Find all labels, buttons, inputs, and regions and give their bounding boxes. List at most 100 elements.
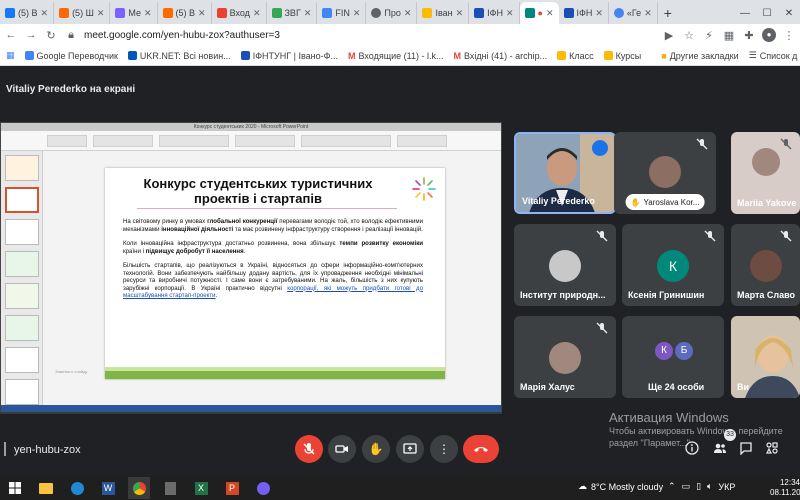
participant-tile[interactable]: Mariia Yakove bbox=[731, 132, 800, 214]
people-button[interactable] bbox=[712, 440, 728, 456]
browser-tab[interactable]: ЗВГ ✕ bbox=[267, 2, 318, 24]
close-tab-icon[interactable]: ✕ bbox=[41, 8, 49, 19]
more-participants-tile[interactable]: К Б Ще 24 особи bbox=[622, 316, 724, 398]
taskbar-word[interactable]: W bbox=[97, 477, 119, 499]
maximize-button[interactable]: ☐ bbox=[756, 2, 778, 24]
activities-button[interactable] bbox=[764, 440, 780, 456]
participant-tile[interactable]: Марія Халус bbox=[514, 316, 616, 398]
bookmark-gmail-2[interactable]: M Вхідні (41) - archip... bbox=[453, 51, 547, 61]
start-button[interactable] bbox=[4, 477, 26, 499]
battery-icon[interactable]: ▯ bbox=[696, 481, 701, 492]
close-window-button[interactable]: ✕ bbox=[778, 2, 800, 24]
more-options-button[interactable]: ⋮ bbox=[430, 435, 458, 463]
browser-tab[interactable]: «Ге ✕ bbox=[609, 2, 658, 24]
menu-icon[interactable]: ⋮ bbox=[782, 29, 796, 42]
taskbar-powerpoint[interactable]: P bbox=[221, 477, 243, 499]
profile-avatar[interactable]: ● bbox=[762, 28, 776, 42]
browser-tab[interactable]: Про ✕ bbox=[366, 2, 418, 24]
bookmark-gmail[interactable]: M Входящие (11) - l.k... bbox=[348, 51, 444, 61]
new-tab-button[interactable]: + bbox=[658, 2, 678, 24]
bookmark-reading-list[interactable]: ☰ Список д bbox=[749, 50, 798, 61]
taskbar-excel[interactable]: X bbox=[190, 477, 212, 499]
participant-tile[interactable]: Марта Славо bbox=[731, 224, 800, 306]
minimize-button[interactable]: — bbox=[734, 2, 756, 24]
raise-hand-button[interactable]: ✋ bbox=[362, 435, 390, 463]
close-tab-icon[interactable]: ✕ bbox=[97, 8, 105, 19]
messenger-icon bbox=[115, 8, 126, 18]
participant-tile[interactable]: ✋ Yaroslava Kor... bbox=[614, 132, 716, 214]
bookmark-star-icon[interactable]: ☆ bbox=[682, 29, 696, 42]
taskbar-edge[interactable] bbox=[66, 477, 88, 499]
close-tab-icon[interactable]: ✕ bbox=[546, 8, 554, 19]
browser-tab[interactable]: Вход ✕ bbox=[212, 2, 267, 24]
browser-tab[interactable]: Ме ✕ bbox=[110, 2, 158, 24]
meeting-details-button[interactable] bbox=[684, 440, 700, 456]
browser-tab-active[interactable]: ● ✕ bbox=[519, 2, 559, 24]
close-tab-icon[interactable]: ✕ bbox=[353, 8, 361, 19]
bookmark-ukrnet[interactable]: UKR.NET: Всі новин... bbox=[127, 51, 231, 61]
close-tab-icon[interactable]: ✕ bbox=[595, 8, 603, 19]
close-tab-icon[interactable]: ✕ bbox=[644, 8, 652, 19]
ppt-ribbon-group bbox=[301, 135, 391, 147]
close-tab-icon[interactable]: ✕ bbox=[404, 8, 412, 19]
network-icon[interactable]: ▭ bbox=[682, 481, 691, 492]
chat-button[interactable] bbox=[738, 440, 754, 456]
bookmark-university[interactable]: ІФНТУНГ | Івано-Ф... bbox=[240, 51, 338, 61]
close-tab-icon[interactable]: ✕ bbox=[144, 8, 152, 19]
slide-thumbnail bbox=[5, 315, 39, 341]
mic-off-icon bbox=[704, 230, 716, 242]
close-tab-icon[interactable]: ✕ bbox=[198, 8, 206, 19]
puzzle-icon[interactable]: ✚ bbox=[742, 29, 756, 42]
url-field[interactable]: meet.google.com/yen-hubu-zox?authuser=3 bbox=[84, 30, 656, 41]
bookmark-other[interactable]: ■ Другие закладки bbox=[661, 51, 738, 61]
browser-tab[interactable]: ІФН ✕ bbox=[559, 2, 609, 24]
browser-tab[interactable]: FIN ✕ bbox=[317, 2, 367, 24]
extension-icon[interactable]: ▦ bbox=[722, 29, 736, 42]
browser-tab[interactable]: Іван ✕ bbox=[417, 2, 470, 24]
back-icon[interactable]: ← bbox=[4, 29, 18, 41]
site-icon bbox=[422, 8, 433, 18]
avatar bbox=[749, 250, 782, 282]
reload-icon[interactable]: ↻ bbox=[44, 29, 58, 42]
self-tile[interactable]: Ви bbox=[731, 316, 800, 398]
bookmark-courses[interactable]: Курсы bbox=[603, 51, 641, 61]
extension-icon[interactable]: ⚡ bbox=[702, 29, 716, 42]
forward-icon[interactable]: → bbox=[24, 29, 38, 41]
end-call-button[interactable] bbox=[463, 435, 499, 463]
bookmark-apps[interactable]: ▦ bbox=[6, 50, 15, 61]
show-hidden-icons-icon[interactable]: ⌃ bbox=[668, 481, 676, 492]
camera-toggle-button[interactable] bbox=[328, 435, 356, 463]
present-button[interactable] bbox=[396, 435, 424, 463]
close-tab-icon[interactable]: ✕ bbox=[253, 8, 261, 19]
taskbar-chrome[interactable] bbox=[128, 477, 150, 499]
camera-permission-icon[interactable]: ▶ bbox=[662, 29, 676, 42]
excel-icon: X bbox=[194, 481, 208, 495]
participant-tile[interactable]: Інститут природн... bbox=[514, 224, 616, 306]
mic-toggle-button[interactable] bbox=[295, 435, 323, 463]
taskbar-explorer[interactable] bbox=[35, 477, 57, 499]
language-indicator[interactable]: УКР bbox=[718, 482, 735, 492]
browser-tab[interactable]: (5) В ✕ bbox=[0, 2, 55, 24]
close-tab-icon[interactable]: ✕ bbox=[456, 8, 464, 19]
lock-icon[interactable]: 🔒︎ bbox=[64, 29, 78, 42]
participant-name: Mariia Yakove bbox=[737, 198, 797, 208]
gmail-icon: M bbox=[347, 50, 356, 61]
clock[interactable]: 12:34 08.11.20 bbox=[770, 478, 800, 498]
bookmark-translate[interactable]: Google Переводчик bbox=[24, 51, 118, 61]
viber-icon bbox=[256, 481, 270, 495]
weather-widget[interactable]: ☁ 8°C Mostly cloudy bbox=[578, 481, 663, 492]
bookmark-classroom[interactable]: Класс bbox=[557, 51, 594, 61]
participant-tile-speaker[interactable]: Vitaliy Perederko bbox=[514, 132, 616, 214]
browser-tab[interactable]: ІФН ✕ bbox=[469, 2, 520, 24]
browser-tab[interactable]: (5) В ✕ bbox=[158, 2, 212, 24]
globe-icon bbox=[371, 8, 382, 18]
close-tab-icon[interactable]: ✕ bbox=[506, 8, 514, 19]
mic-off-icon bbox=[696, 138, 708, 150]
participant-tile[interactable]: К Ксенія Гринишин bbox=[622, 224, 724, 306]
volume-icon[interactable]: 🔈︎ bbox=[707, 481, 712, 492]
close-tab-icon[interactable]: ✕ bbox=[304, 8, 312, 19]
taskbar-calculator[interactable] bbox=[159, 477, 181, 499]
taskbar-viber[interactable] bbox=[252, 477, 274, 499]
browser-tab[interactable]: (5) Ш ✕ bbox=[54, 2, 111, 24]
browser-tab-bar: (5) В ✕ (5) Ш ✕ Ме ✕ (5) В ✕ Вход ✕ ЗВГ ✕ FIN ✕… bbox=[0, 0, 800, 24]
